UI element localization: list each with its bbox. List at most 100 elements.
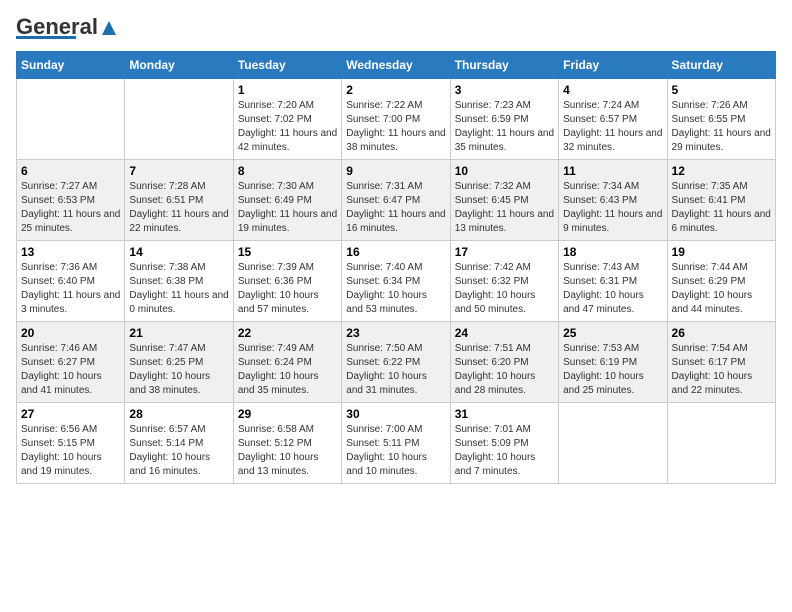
day-info: Sunrise: 7:38 AM Sunset: 6:38 PM Dayligh… [129, 261, 228, 317]
day-info: Sunrise: 7:00 AM Sunset: 5:11 PM Dayligh… [346, 423, 445, 479]
day-number: 22 [238, 326, 337, 340]
calendar-header-row: SundayMondayTuesdayWednesdayThursdayFrid… [17, 52, 776, 79]
calendar-header-friday: Friday [559, 52, 667, 79]
day-info: Sunrise: 7:23 AM Sunset: 6:59 PM Dayligh… [455, 99, 554, 155]
calendar-cell: 9 Sunrise: 7:31 AM Sunset: 6:47 PM Daylig… [342, 160, 450, 241]
day-info: Sunrise: 7:22 AM Sunset: 7:00 PM Dayligh… [346, 99, 445, 155]
calendar-cell: 20 Sunrise: 7:46 AM Sunset: 6:27 PM Dayli… [17, 322, 125, 403]
day-info: Sunrise: 7:27 AM Sunset: 6:53 PM Dayligh… [21, 180, 120, 236]
calendar-cell: 27 Sunrise: 6:56 AM Sunset: 5:15 PM Dayli… [17, 403, 125, 484]
calendar-cell: 21 Sunrise: 7:47 AM Sunset: 6:25 PM Dayli… [125, 322, 233, 403]
calendar-header-tuesday: Tuesday [233, 52, 341, 79]
day-info: Sunrise: 7:54 AM Sunset: 6:17 PM Dayligh… [672, 342, 771, 398]
day-info: Sunrise: 7:24 AM Sunset: 6:57 PM Dayligh… [563, 99, 662, 155]
day-info: Sunrise: 7:49 AM Sunset: 6:24 PM Dayligh… [238, 342, 337, 398]
calendar-cell: 13 Sunrise: 7:36 AM Sunset: 6:40 PM Dayli… [17, 241, 125, 322]
day-number: 25 [563, 326, 662, 340]
calendar-cell: 22 Sunrise: 7:49 AM Sunset: 6:24 PM Dayli… [233, 322, 341, 403]
calendar-cell: 26 Sunrise: 7:54 AM Sunset: 6:17 PM Dayli… [667, 322, 775, 403]
day-info: Sunrise: 7:51 AM Sunset: 6:20 PM Dayligh… [455, 342, 554, 398]
day-info: Sunrise: 7:30 AM Sunset: 6:49 PM Dayligh… [238, 180, 337, 236]
day-number: 15 [238, 245, 337, 259]
calendar-cell: 15 Sunrise: 7:39 AM Sunset: 6:36 PM Dayli… [233, 241, 341, 322]
day-number: 4 [563, 83, 662, 97]
day-number: 10 [455, 164, 554, 178]
day-number: 11 [563, 164, 662, 178]
calendar-cell: 5Sunrise: 7:26 AM Sunset: 6:55 PM Daylig… [667, 79, 775, 160]
calendar-cell: 3 Sunrise: 7:23 AM Sunset: 6:59 PM Daylig… [450, 79, 558, 160]
page-header: General [16, 16, 776, 39]
day-info: Sunrise: 7:46 AM Sunset: 6:27 PM Dayligh… [21, 342, 120, 398]
day-number: 12 [672, 164, 771, 178]
logo-bird-icon [100, 19, 118, 37]
calendar-cell [667, 403, 775, 484]
calendar-header-monday: Monday [125, 52, 233, 79]
calendar-header-sunday: Sunday [17, 52, 125, 79]
day-number: 8 [238, 164, 337, 178]
day-info: Sunrise: 7:44 AM Sunset: 6:29 PM Dayligh… [672, 261, 771, 317]
day-info: Sunrise: 7:28 AM Sunset: 6:51 PM Dayligh… [129, 180, 228, 236]
day-info: Sunrise: 7:20 AM Sunset: 7:02 PM Dayligh… [238, 99, 337, 155]
day-info: Sunrise: 7:40 AM Sunset: 6:34 PM Dayligh… [346, 261, 445, 317]
day-number: 20 [21, 326, 120, 340]
day-info: Sunrise: 7:43 AM Sunset: 6:31 PM Dayligh… [563, 261, 662, 317]
calendar-week-row: 13 Sunrise: 7:36 AM Sunset: 6:40 PM Dayli… [17, 241, 776, 322]
day-info: Sunrise: 7:36 AM Sunset: 6:40 PM Dayligh… [21, 261, 120, 317]
calendar-cell: 2 Sunrise: 7:22 AM Sunset: 7:00 PM Daylig… [342, 79, 450, 160]
calendar-week-row: 6 Sunrise: 7:27 AM Sunset: 6:53 PM Daylig… [17, 160, 776, 241]
day-number: 1 [238, 83, 337, 97]
day-info: Sunrise: 7:32 AM Sunset: 6:45 PM Dayligh… [455, 180, 554, 236]
calendar-cell: 16 Sunrise: 7:40 AM Sunset: 6:34 PM Dayli… [342, 241, 450, 322]
calendar-cell: 31 Sunrise: 7:01 AM Sunset: 5:09 PM Dayli… [450, 403, 558, 484]
calendar-cell: 10 Sunrise: 7:32 AM Sunset: 6:45 PM Dayli… [450, 160, 558, 241]
day-number: 6 [21, 164, 120, 178]
calendar-cell: 6 Sunrise: 7:27 AM Sunset: 6:53 PM Daylig… [17, 160, 125, 241]
day-info: Sunrise: 7:53 AM Sunset: 6:19 PM Dayligh… [563, 342, 662, 398]
calendar-cell: 30Sunrise: 7:00 AM Sunset: 5:11 PM Dayli… [342, 403, 450, 484]
day-info: Sunrise: 7:47 AM Sunset: 6:25 PM Dayligh… [129, 342, 228, 398]
calendar-cell: 1 Sunrise: 7:20 AM Sunset: 7:02 PM Daylig… [233, 79, 341, 160]
day-number: 3 [455, 83, 554, 97]
calendar-week-row: 27 Sunrise: 6:56 AM Sunset: 5:15 PM Dayli… [17, 403, 776, 484]
calendar-week-row: 20 Sunrise: 7:46 AM Sunset: 6:27 PM Dayli… [17, 322, 776, 403]
day-number: 26 [672, 326, 771, 340]
calendar-table: SundayMondayTuesdayWednesdayThursdayFrid… [16, 51, 776, 484]
calendar-cell: 17Sunrise: 7:42 AM Sunset: 6:32 PM Dayli… [450, 241, 558, 322]
day-info: Sunrise: 7:31 AM Sunset: 6:47 PM Dayligh… [346, 180, 445, 236]
day-info: Sunrise: 6:58 AM Sunset: 5:12 PM Dayligh… [238, 423, 337, 479]
calendar-cell: 29 Sunrise: 6:58 AM Sunset: 5:12 PM Dayli… [233, 403, 341, 484]
day-number: 29 [238, 407, 337, 421]
calendar-cell: 25 Sunrise: 7:53 AM Sunset: 6:19 PM Dayli… [559, 322, 667, 403]
calendar-header-wednesday: Wednesday [342, 52, 450, 79]
logo-text: General [16, 16, 118, 38]
day-info: Sunrise: 6:56 AM Sunset: 5:15 PM Dayligh… [21, 423, 120, 479]
day-number: 2 [346, 83, 445, 97]
calendar-header-thursday: Thursday [450, 52, 558, 79]
day-number: 13 [21, 245, 120, 259]
calendar-cell: 28Sunrise: 6:57 AM Sunset: 5:14 PM Dayli… [125, 403, 233, 484]
calendar-cell: 12Sunrise: 7:35 AM Sunset: 6:41 PM Dayli… [667, 160, 775, 241]
day-info: Sunrise: 6:57 AM Sunset: 5:14 PM Dayligh… [129, 423, 228, 479]
calendar-cell: 11 Sunrise: 7:34 AM Sunset: 6:43 PM Dayli… [559, 160, 667, 241]
day-number: 7 [129, 164, 228, 178]
day-info: Sunrise: 7:34 AM Sunset: 6:43 PM Dayligh… [563, 180, 662, 236]
day-number: 9 [346, 164, 445, 178]
calendar-cell: 19 Sunrise: 7:44 AM Sunset: 6:29 PM Dayli… [667, 241, 775, 322]
calendar-cell [17, 79, 125, 160]
calendar-cell [125, 79, 233, 160]
day-number: 27 [21, 407, 120, 421]
day-info: Sunrise: 7:42 AM Sunset: 6:32 PM Dayligh… [455, 261, 554, 317]
day-number: 16 [346, 245, 445, 259]
day-number: 18 [563, 245, 662, 259]
day-info: Sunrise: 7:01 AM Sunset: 5:09 PM Dayligh… [455, 423, 554, 479]
calendar-cell: 24 Sunrise: 7:51 AM Sunset: 6:20 PM Dayli… [450, 322, 558, 403]
day-info: Sunrise: 7:39 AM Sunset: 6:36 PM Dayligh… [238, 261, 337, 317]
day-number: 24 [455, 326, 554, 340]
day-number: 23 [346, 326, 445, 340]
day-number: 21 [129, 326, 228, 340]
logo: General [16, 16, 118, 39]
calendar-cell: 7 Sunrise: 7:28 AM Sunset: 6:51 PM Daylig… [125, 160, 233, 241]
calendar-cell: 23Sunrise: 7:50 AM Sunset: 6:22 PM Dayli… [342, 322, 450, 403]
day-number: 19 [672, 245, 771, 259]
day-number: 31 [455, 407, 554, 421]
